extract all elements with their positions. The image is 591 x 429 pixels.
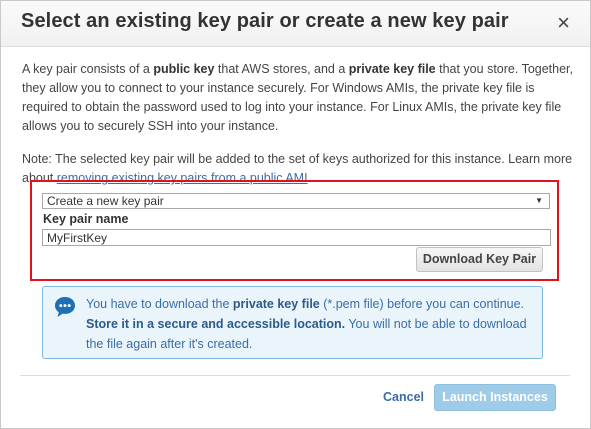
- info-alert: You have to download the private key fil…: [42, 286, 543, 359]
- intro-bold-public-key: public key: [153, 62, 215, 76]
- footer-divider: [20, 375, 570, 376]
- key-pair-name-label: Key pair name: [43, 212, 129, 226]
- info-bold-store: Store it in a secure and accessible loca…: [86, 317, 346, 331]
- dropdown-arrow-icon: ▼: [535, 196, 543, 205]
- intro-text-1: A key pair consists of a: [22, 62, 154, 76]
- info-bold-private-key: private key file: [232, 297, 320, 311]
- info-text-2: (*.pem file) before you can continue.: [319, 297, 525, 311]
- cancel-button[interactable]: Cancel: [383, 390, 424, 404]
- info-text-1: You have to download the: [86, 297, 233, 311]
- dialog-title: Select an existing key pair or create a …: [21, 10, 509, 32]
- dialog-header: Select an existing key pair or create a …: [1, 1, 590, 47]
- intro-bold-private-key: private key file: [348, 62, 436, 76]
- key-pair-dialog: Select an existing key pair or create a …: [0, 0, 591, 429]
- key-pair-name-input[interactable]: [42, 229, 551, 246]
- intro-text-2: that AWS stores, and a: [214, 62, 349, 76]
- intro-paragraph: A key pair consists of a public key that…: [22, 60, 574, 136]
- download-key-pair-button[interactable]: Download Key Pair: [416, 247, 543, 272]
- info-text: You have to download the private key fil…: [86, 294, 536, 354]
- key-pair-option-select[interactable]: Create a new key pair ▼: [42, 193, 550, 209]
- launch-instances-button[interactable]: Launch Instances: [434, 384, 556, 411]
- chat-bubble-icon: [55, 297, 75, 317]
- select-value: Create a new key pair: [47, 194, 164, 208]
- close-icon[interactable]: ×: [557, 10, 570, 36]
